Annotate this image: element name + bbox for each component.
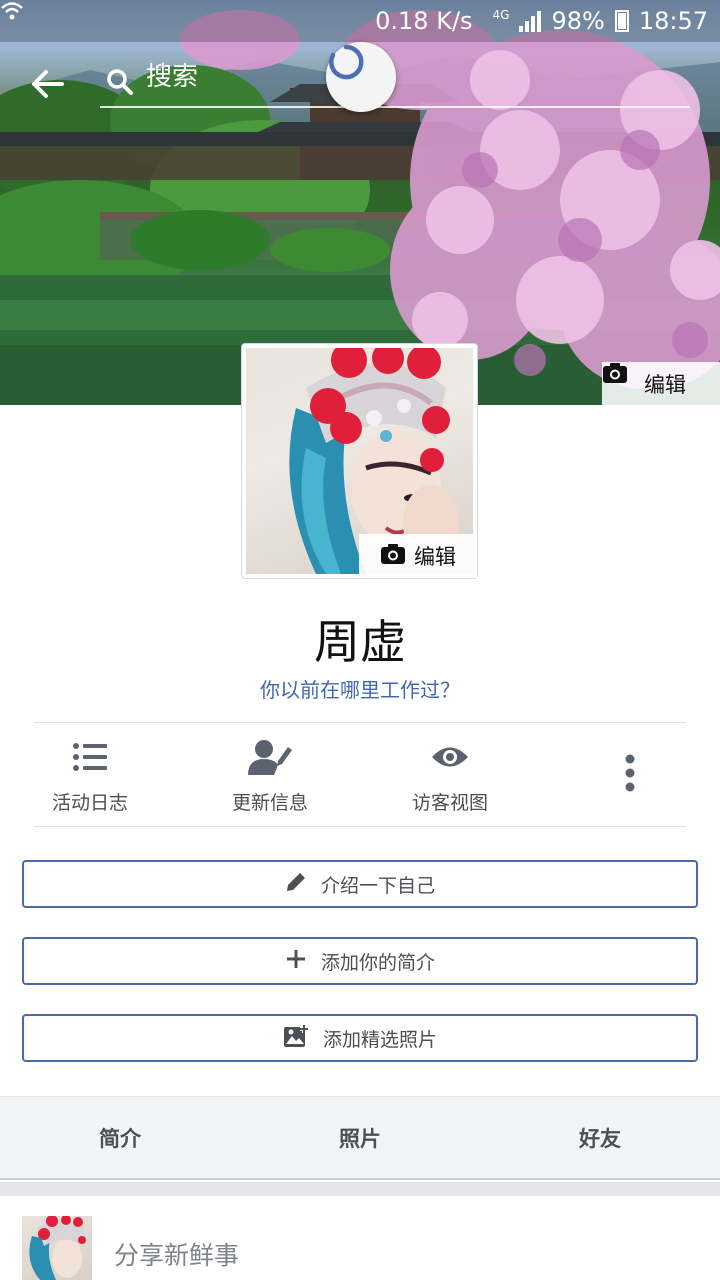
more-vertical-icon [625,754,635,792]
view-as-label: 访客视图 [411,792,488,814]
tab-photos[interactable]: 照片 [240,1097,480,1178]
user-edit-icon [248,738,292,776]
loading-spinner-icon [326,42,396,112]
clock: 18:57 [638,7,708,35]
top-bar [0,42,720,122]
activity-log-label: 活动日志 [51,792,128,814]
search-input[interactable] [146,62,346,92]
camera-icon [380,543,406,570]
plus-icon [285,948,307,975]
section-separator [0,1182,720,1196]
pencil-icon [285,871,307,898]
search-icon [106,68,134,96]
avatar-edit-label: 编辑 [414,545,456,569]
photo-add-icon [283,1024,309,1053]
more-options-button[interactable] [600,724,660,826]
add-bio-label: 添加你的简介 [320,951,435,974]
composer-prompt[interactable]: 分享新鲜事 [114,1236,239,1272]
battery-percent: 98% [551,7,605,35]
cover-edit-button[interactable]: 编辑 [602,362,720,405]
post-composer[interactable]: 分享新鲜事 [0,1196,720,1280]
add-featured-photos-button[interactable]: 添加精选照片 [22,1014,698,1062]
cover-edit-label: 编辑 [644,373,686,397]
update-info-button[interactable]: 更新信息 [210,724,330,826]
divider [34,722,686,723]
profile-picture[interactable]: 编辑 [241,343,478,579]
back-arrow-icon[interactable] [26,62,70,106]
avatar [22,1216,92,1280]
divider [34,826,686,827]
avatar-edit-button[interactable]: 编辑 [359,534,477,578]
profile-tabs: 简介 照片 好友 [0,1096,720,1180]
add-featured-photos-label: 添加精选照片 [322,1028,437,1051]
network-type: 4G [492,8,510,22]
update-info-label: 更新信息 [231,792,308,814]
view-as-button[interactable]: 访客视图 [390,724,510,826]
profile-actions: 活动日志 更新信息 访客视图 [0,724,720,826]
list-icon [73,738,107,776]
introduce-yourself-label: 介绍一下自己 [320,874,435,897]
tab-friends[interactable]: 好友 [480,1097,720,1178]
activity-log-button[interactable]: 活动日志 [30,724,150,826]
status-bar: 0.18 K/s 4G 98% 18:57 [0,0,720,42]
work-history-link[interactable]: 你以前在哪里工作过？ [0,674,720,703]
network-speed: 0.18 K/s [375,7,473,35]
battery-icon [614,10,629,32]
profile-name: 周虚 [314,615,406,669]
signal-icon [519,10,542,32]
add-bio-button[interactable]: 添加你的简介 [22,937,698,985]
introduce-yourself-button[interactable]: 介绍一下自己 [22,860,698,908]
tab-about[interactable]: 简介 [0,1097,240,1178]
eye-icon [431,738,469,776]
